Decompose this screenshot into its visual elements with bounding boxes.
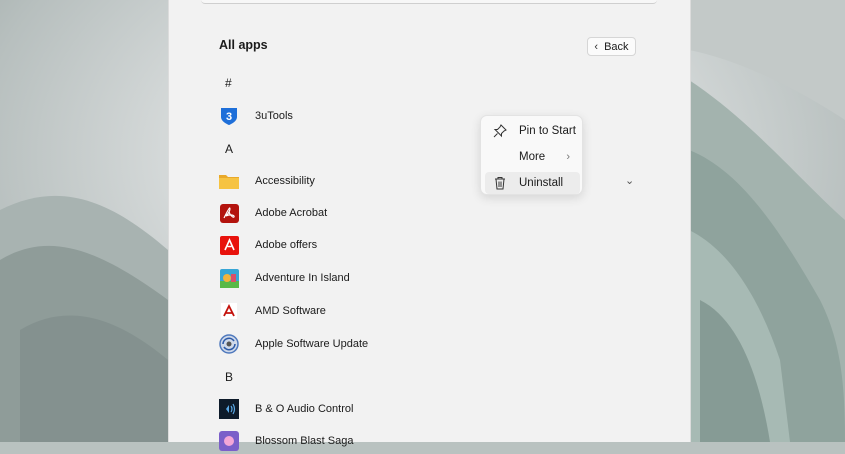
chevron-down-icon[interactable]: ⌄ bbox=[625, 174, 634, 187]
context-item-label: Uninstall bbox=[519, 177, 564, 189]
app-label: B & O Audio Control bbox=[255, 403, 354, 415]
app-label: Adobe offers bbox=[255, 239, 318, 251]
pin-icon bbox=[492, 124, 508, 138]
back-button[interactable]: ‹ Back bbox=[587, 37, 636, 56]
group-letter-b[interactable]: B bbox=[225, 370, 233, 384]
back-label: Back bbox=[604, 40, 629, 53]
context-pin-to-start[interactable]: Pin to Start bbox=[485, 120, 580, 142]
app-label: Apple Software Update bbox=[255, 338, 369, 350]
app-label: Adventure In Island bbox=[255, 272, 350, 284]
app-item-amd-software[interactable]: AMD Software bbox=[218, 298, 326, 324]
folder-icon bbox=[218, 170, 240, 192]
app-item-3utools[interactable]: 3 3uTools bbox=[218, 103, 293, 129]
app-item-accessibility[interactable]: Accessibility bbox=[218, 168, 315, 194]
app-label: 3uTools bbox=[255, 110, 293, 122]
app-label: AMD Software bbox=[255, 305, 326, 317]
trash-icon bbox=[492, 176, 508, 190]
app-item-adobe-acrobat[interactable]: Adobe Acrobat bbox=[218, 200, 327, 226]
search-box-edge[interactable] bbox=[201, 0, 657, 4]
app-label: Blossom Blast Saga bbox=[255, 435, 354, 447]
adobe-offers-icon bbox=[218, 234, 240, 256]
adventure-island-icon bbox=[218, 267, 240, 289]
all-apps-title: All apps bbox=[219, 38, 268, 52]
apple-update-icon bbox=[218, 333, 240, 355]
context-item-label: More bbox=[519, 151, 546, 163]
amd-icon bbox=[218, 300, 240, 322]
bo-audio-icon bbox=[218, 398, 240, 420]
app-item-adventure-island[interactable]: Adventure In Island bbox=[218, 265, 350, 291]
adobe-acrobat-icon bbox=[218, 202, 240, 224]
app-item-apple-software-update[interactable]: Apple Software Update bbox=[218, 331, 368, 357]
context-more[interactable]: More › bbox=[485, 146, 580, 168]
chevron-left-icon: ‹ bbox=[594, 40, 599, 53]
group-letter-hash[interactable]: # bbox=[225, 76, 232, 90]
context-menu: Pin to Start More › Uninstall bbox=[480, 115, 583, 195]
chevron-right-icon: › bbox=[566, 151, 570, 163]
app-label: Adobe Acrobat bbox=[255, 207, 328, 219]
blossom-blast-icon bbox=[218, 430, 240, 452]
app-item-adobe-offers[interactable]: Adobe offers bbox=[218, 232, 317, 258]
context-item-label: Pin to Start bbox=[519, 125, 576, 137]
start-menu-panel bbox=[168, 0, 691, 442]
app-item-blossom-blast-saga[interactable]: Blossom Blast Saga bbox=[218, 428, 353, 454]
app-item-bo-audio-control[interactable]: B & O Audio Control bbox=[218, 396, 353, 422]
3utools-icon: 3 bbox=[218, 105, 240, 127]
group-letter-a[interactable]: A bbox=[225, 142, 233, 156]
app-label: Accessibility bbox=[255, 175, 315, 187]
svg-text:3: 3 bbox=[226, 111, 232, 123]
context-uninstall[interactable]: Uninstall bbox=[485, 172, 580, 194]
